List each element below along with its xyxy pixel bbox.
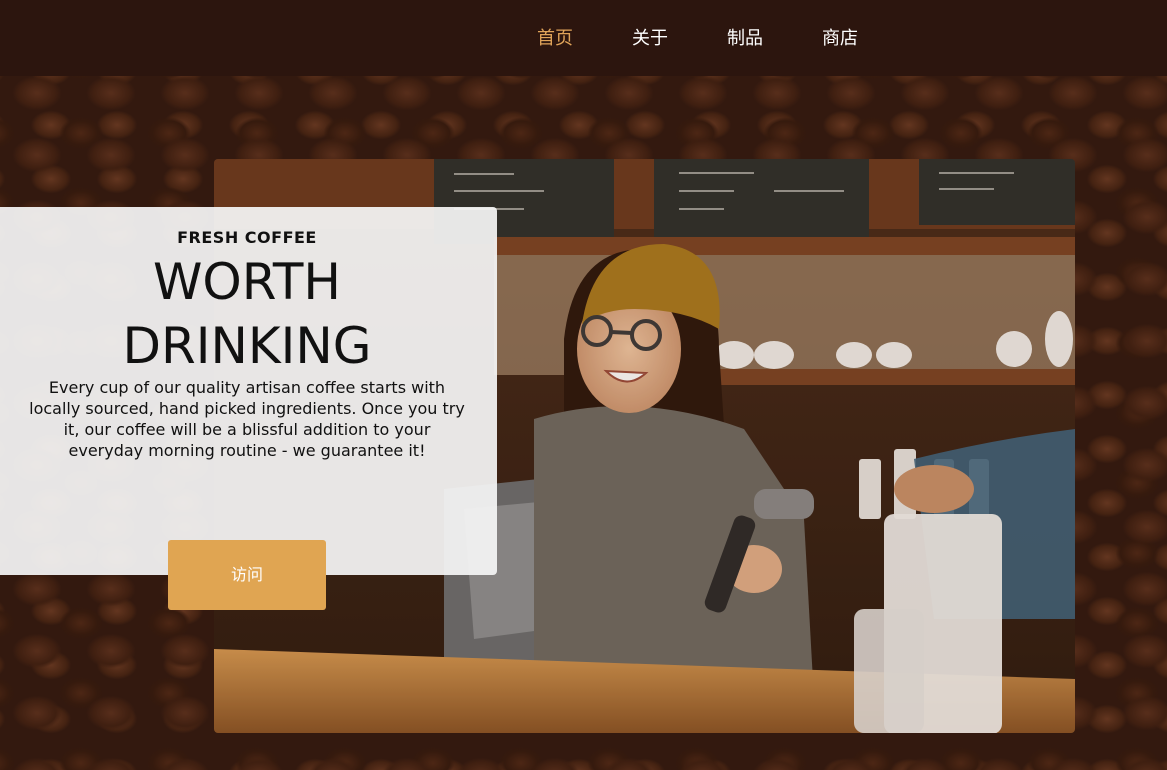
intro-text: Every cup of our quality artisan coffee … <box>29 378 465 460</box>
intro-title: WORTH DRINKING <box>0 250 494 378</box>
nav-link-products[interactable]: 制品 <box>727 26 763 52</box>
nav-link-store[interactable]: 商店 <box>822 26 858 52</box>
intro-subheading: FRESH COFFEE <box>177 228 317 247</box>
navbar: 首页 关于 制品 商店 <box>0 0 1167 76</box>
nav-link-about[interactable]: 关于 <box>632 26 668 52</box>
visit-button[interactable]: 访问 <box>168 540 326 610</box>
intro-title-line-2: DRINKING <box>122 317 372 375</box>
nav-link-home[interactable]: 首页 <box>537 26 573 52</box>
intro-title-line-1: WORTH <box>152 253 342 311</box>
